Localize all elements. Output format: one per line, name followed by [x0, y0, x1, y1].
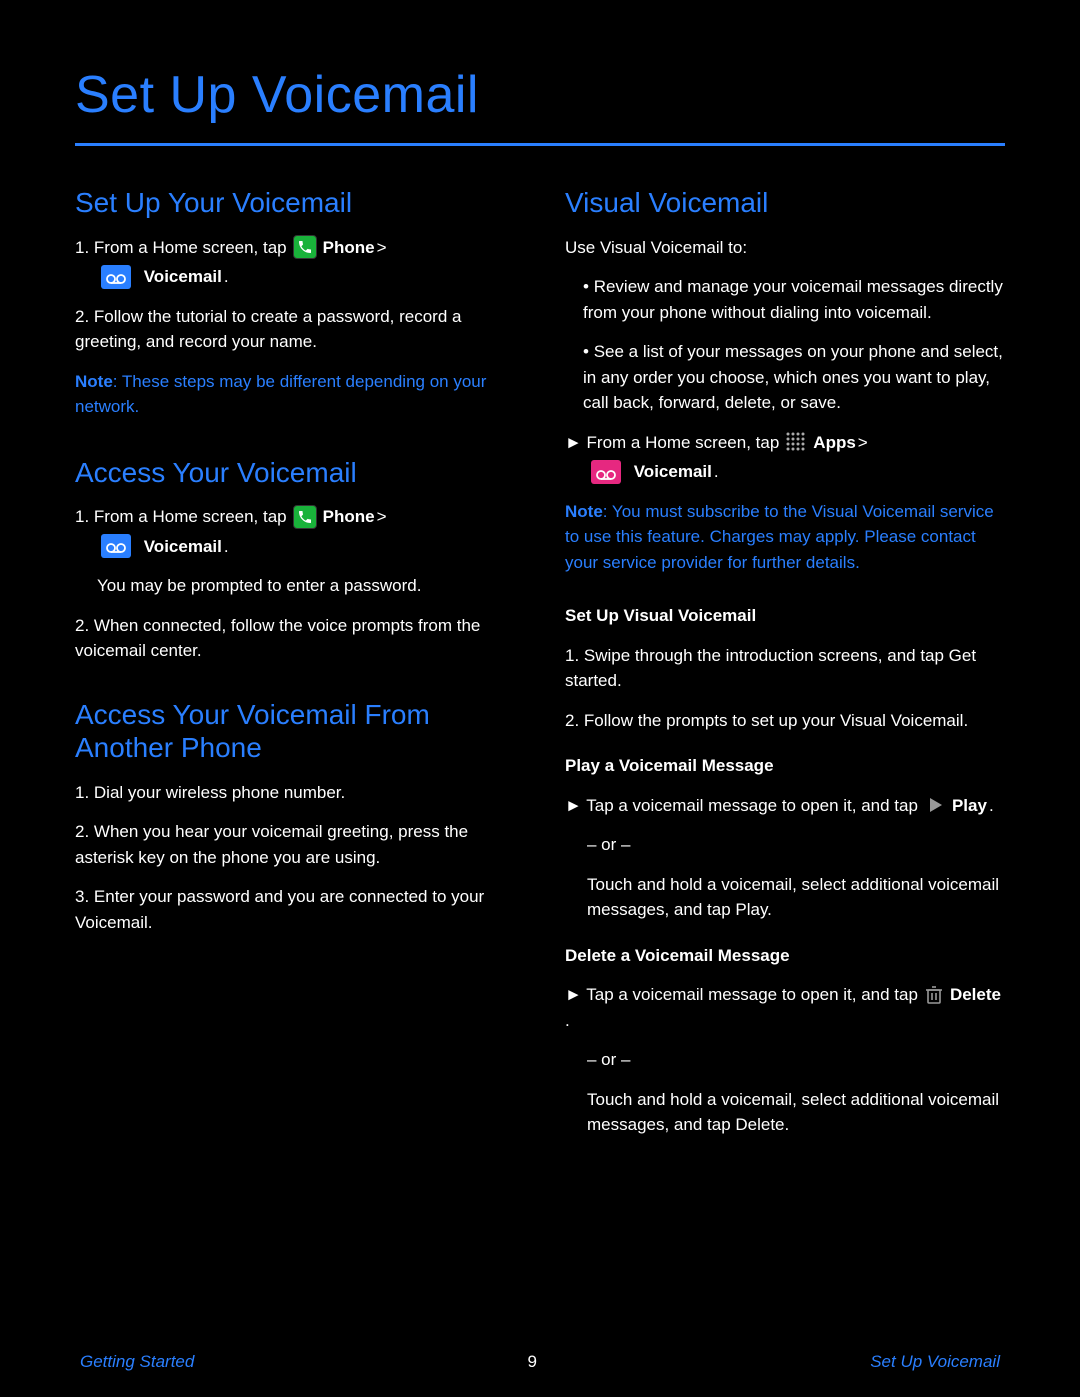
right-column: Visual Voicemail Use Visual Voicemail to…: [565, 186, 1005, 1152]
section-access-title: Access Your Voicemail: [75, 456, 515, 490]
voicemail-label: Voicemail: [144, 534, 222, 560]
footer-section: Getting Started: [80, 1352, 194, 1372]
another-step1: 1. Dial your wireless phone number.: [75, 780, 515, 806]
setup-visual-title: Set Up Visual Voicemail: [565, 603, 1005, 629]
voicemail-icon: [101, 534, 131, 558]
section-another-title: Access Your Voicemail From Another Phone: [75, 698, 515, 765]
delete-alt: Touch and hold a voicemail, select addit…: [565, 1087, 1005, 1138]
visual-bullet-2: • See a list of your messages on your ph…: [565, 339, 1005, 416]
delete-label: Delete: [950, 982, 1001, 1008]
setup-note: Note: These steps may be different depen…: [75, 369, 515, 420]
section-visual-title: Visual Voicemail: [565, 186, 1005, 220]
phone-label: Phone: [323, 504, 375, 530]
visual-intro: Use Visual Voicemail to:: [565, 235, 1005, 261]
visual-bullet-1: • Review and manage your voicemail messa…: [565, 274, 1005, 325]
apps-icon: [785, 431, 807, 453]
footer: Getting Started 9 Set Up Voicemail: [0, 1327, 1080, 1397]
setup-visual-step2: 2. Follow the prompts to set up your Vis…: [565, 708, 1005, 734]
left-column: Set Up Your Voicemail 1. From a Home scr…: [75, 186, 515, 1152]
section-setup-title: Set Up Your Voicemail: [75, 186, 515, 220]
visual-launch: ► From a Home screen, tap Apps >: [565, 430, 1005, 456]
delete-or: – or –: [565, 1047, 1005, 1073]
voicemail-label: Voicemail: [634, 459, 712, 485]
voicemail-label: Voicemail: [144, 264, 222, 290]
setup-step2: 2. Follow the tutorial to create a passw…: [75, 304, 515, 355]
play-label: Play: [952, 793, 987, 819]
visual-launch-b: Voicemail .: [565, 459, 1005, 485]
setup-visual-step1: 1. Swipe through the introduction screen…: [565, 643, 1005, 694]
access-step1: 1. From a Home screen, tap Phone >: [75, 504, 515, 530]
title-divider: [75, 143, 1005, 146]
access-or: You may be prompted to enter a password.: [75, 573, 515, 599]
delete-icon: [924, 984, 944, 1006]
voicemail-icon: [101, 265, 131, 289]
delete-step: ► Tap a voicemail message to open it, an…: [565, 982, 1005, 1033]
setup-step1b: Voicemail .: [75, 264, 515, 290]
phone-icon: [293, 235, 317, 259]
play-or: – or –: [565, 832, 1005, 858]
another-step2: 2. When you hear your voicemail greeting…: [75, 819, 515, 870]
access-step1b: Voicemail .: [75, 534, 515, 560]
phone-label: Phone: [323, 235, 375, 261]
apps-label: Apps: [813, 430, 856, 456]
visual-note: Note: You must subscribe to the Visual V…: [565, 499, 1005, 576]
delete-title: Delete a Voicemail Message: [565, 943, 1005, 969]
play-step: ► Tap a voicemail message to open it, an…: [565, 793, 1005, 819]
page-title: Set Up Voicemail: [75, 65, 1005, 125]
another-step3: 3. Enter your password and you are conne…: [75, 884, 515, 935]
phone-icon: [293, 505, 317, 529]
play-alt: Touch and hold a voicemail, select addit…: [565, 872, 1005, 923]
footer-topic: Set Up Voicemail: [870, 1352, 1000, 1372]
access-step2: 2. When connected, follow the voice prom…: [75, 613, 515, 664]
footer-page-number: 9: [528, 1352, 537, 1372]
play-icon: [924, 794, 946, 816]
visual-voicemail-icon: [591, 460, 621, 484]
setup-step1: 1. From a Home screen, tap Phone >: [75, 235, 515, 261]
play-title: Play a Voicemail Message: [565, 753, 1005, 779]
